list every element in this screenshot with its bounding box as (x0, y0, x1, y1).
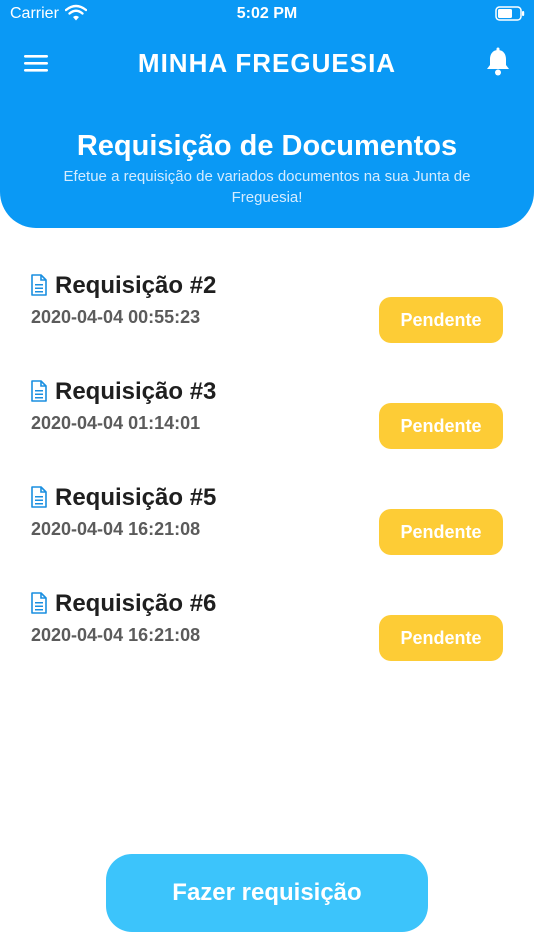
request-date: 2020-04-04 16:21:08 (31, 519, 201, 539)
status-time: 5:02 PM (236, 5, 298, 22)
request-row[interactable]: Requisição #6 2020-04-04 16:21:08 Penden… (0, 580, 534, 686)
requests-list: Requisição #2 2020-04-04 00:55:23 Penden… (0, 262, 534, 686)
make-request-button[interactable]: Fazer requisição (106, 854, 428, 932)
battery-icon (495, 6, 525, 21)
page-subtitle: Efetue a requisição de variados document… (63, 168, 471, 206)
page-title: Requisição de Documentos (76, 130, 458, 162)
app-header: Carrier 5:02 PM MINHA FREGUESIA Requisiç… (0, 0, 534, 228)
status-badge[interactable]: Pendente (379, 297, 503, 343)
status-badge[interactable]: Pendente (379, 509, 503, 555)
bell-icon (484, 47, 512, 81)
request-title: Requisição #2 (55, 272, 217, 299)
document-icon (30, 380, 48, 402)
request-date: 2020-04-04 01:14:01 (31, 413, 201, 433)
app-title: MINHA FREGUESIA (137, 48, 397, 78)
request-row[interactable]: Requisição #2 2020-04-04 00:55:23 Penden… (0, 262, 534, 368)
notifications-button[interactable] (484, 47, 512, 77)
request-title: Requisição #6 (55, 590, 217, 617)
document-icon (30, 592, 48, 614)
document-icon (30, 486, 48, 508)
status-bar: Carrier 5:02 PM (0, 0, 534, 28)
request-row[interactable]: Requisição #5 2020-04-04 16:21:08 Penden… (0, 474, 534, 580)
document-icon (30, 274, 48, 296)
request-title: Requisição #5 (55, 484, 217, 511)
status-badge[interactable]: Pendente (379, 615, 503, 661)
request-date: 2020-04-04 00:55:23 (31, 307, 201, 327)
request-row[interactable]: Requisição #3 2020-04-04 01:14:01 Penden… (0, 368, 534, 474)
request-title: Requisição #3 (55, 378, 217, 405)
request-date: 2020-04-04 16:21:08 (31, 625, 201, 645)
status-badge[interactable]: Pendente (379, 403, 503, 449)
